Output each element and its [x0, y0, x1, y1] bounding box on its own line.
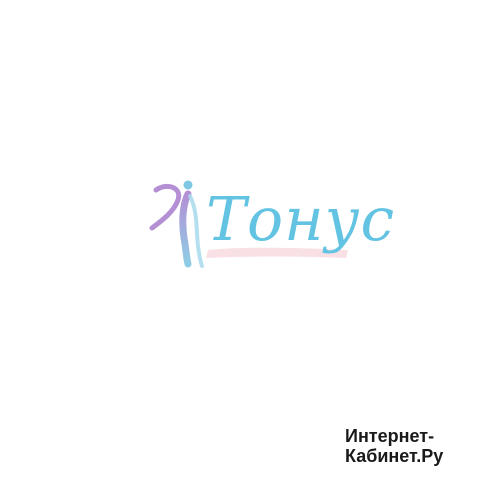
canvas: Тонус Интернет- Кабинет.Ру: [0, 0, 480, 480]
logo-graphic: Тонус: [149, 180, 395, 268]
watermark-line-2: Кабинет.Ру: [345, 446, 444, 466]
brand-logo: Тонус: [148, 176, 398, 276]
watermark: Интернет- Кабинет.Ру: [345, 426, 475, 466]
figure-swirl-icon: [149, 180, 204, 268]
brand-wordmark: Тонус: [206, 185, 395, 255]
watermark-line-1: Интернет-: [345, 426, 435, 446]
